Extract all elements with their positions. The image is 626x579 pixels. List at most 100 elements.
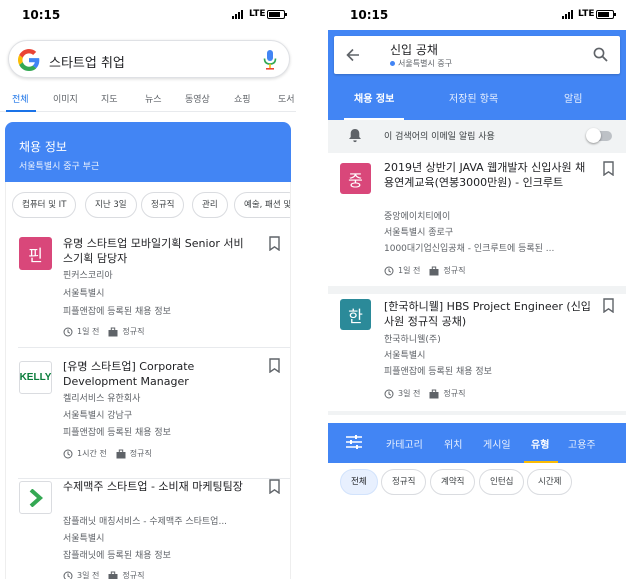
company-logo-text: 핀 [28, 245, 43, 265]
mic-icon[interactable] [263, 50, 277, 70]
job-type: 정규직 [122, 327, 145, 336]
job-posted: 1일 전 [398, 266, 421, 275]
battery-icon [267, 10, 287, 19]
search-bar[interactable]: 신입 공채 서울특별시 중구 [334, 36, 620, 74]
filter-category[interactable]: 카테고리 [386, 436, 423, 451]
bookmark-icon[interactable] [269, 479, 280, 494]
filter-location[interactable]: 위치 [444, 436, 462, 451]
job-list: 핀 유명 스타트업 모바일기획 Senior 서비스기획 담당자 핀커스코리아 … [5, 228, 291, 579]
search-tabs: 전체 이미지 지도 뉴스 동영상 쇼핑 도서 [0, 88, 296, 112]
status-bar: 10:15 LTE [328, 0, 626, 30]
tab-books[interactable]: 도서 [278, 92, 295, 105]
job-company: 중앙에이치티에이 [384, 212, 451, 222]
job-posted: 3일 전 [398, 389, 421, 398]
chip-internship[interactable]: 인턴십 [479, 469, 525, 495]
bookmark-icon[interactable] [603, 298, 614, 313]
job-location: 서울특별시 [63, 289, 105, 299]
search-bar[interactable]: 스타트업 취업 [8, 40, 290, 78]
chip-fulltime[interactable]: 정규직 [381, 469, 427, 495]
job-type: 정규직 [129, 449, 152, 458]
search-icon[interactable] [593, 47, 608, 62]
chip-contract[interactable]: 계약직 [430, 469, 476, 495]
search-location: 서울특별시 중구 [390, 58, 452, 69]
tab-alerts[interactable]: 알림 [564, 90, 582, 105]
filter-employer[interactable]: 고용주 [568, 436, 596, 451]
google-logo-icon [18, 49, 40, 71]
chip-parttime[interactable]: 시간제 [527, 469, 573, 495]
job-meta: 3일 전 정규직 [63, 570, 144, 579]
company-logo-text: 한 [348, 306, 363, 326]
job-location: 서울특별시 [384, 351, 426, 361]
job-location: 서울특별시 강남구 [63, 411, 133, 421]
email-alert-toggle[interactable] [586, 128, 614, 143]
chip-category[interactable]: 컴퓨터 및 IT [12, 192, 77, 218]
tab-videos[interactable]: 동영상 [185, 92, 210, 105]
status-time: 10:15 [350, 8, 389, 22]
bookmark-icon[interactable] [269, 236, 280, 251]
clock-icon [384, 389, 394, 398]
company-logo: 중 [340, 163, 371, 194]
job-source: 피플앤잡에 등록된 채용 정보 [384, 367, 492, 377]
job-meta: 1시간 전 정규직 [63, 448, 152, 459]
jobs-tabs: 채용 정보 저장된 항목 알림 [328, 80, 626, 120]
job-company: 잡플래닛 매칭서비스 - 수제맥주 스타트업... [63, 517, 228, 527]
job-source: 피플앤잡에 등록된 채용 정보 [63, 307, 171, 317]
back-arrow-icon[interactable] [346, 48, 360, 62]
job-location: 서울특별시 종로구 [384, 228, 454, 238]
job-title: [한국하니웰] HBS Project Engineer (신입사원 정규직 공… [384, 300, 591, 328]
job-item[interactable]: 핀 유명 스타트업 모바일기획 Senior 서비스기획 담당자 핀커스코리아 … [6, 228, 290, 348]
search-query[interactable]: 신입 공채 [390, 41, 438, 58]
company-logo-text: 중 [348, 170, 363, 190]
email-alert-row: 이 검색어의 이메일 알림 사용 [328, 120, 626, 153]
briefcase-icon [429, 389, 439, 398]
tab-news[interactable]: 뉴스 [145, 92, 162, 105]
chip-all[interactable]: 전체 [340, 469, 378, 495]
job-posted: 1일 전 [77, 327, 100, 336]
job-meta: 3일 전 정규직 [384, 388, 465, 399]
job-meta: 1일 전 정규직 [384, 265, 465, 276]
filter-bar: 카테고리 위치 게시일 유형 고용주 [328, 423, 626, 463]
filter-date[interactable]: 게시일 [483, 436, 511, 451]
job-type: 정규직 [443, 389, 466, 398]
tab-jobs[interactable]: 채용 정보 [354, 90, 394, 105]
filter-type[interactable]: 유형 [531, 436, 549, 451]
chip-date[interactable]: 지난 3일 [85, 192, 137, 218]
company-logo: 한 [340, 299, 371, 330]
job-item[interactable]: KELLY [유명 스타트업] Corporate Development Ma… [6, 348, 290, 479]
tab-maps[interactable]: 지도 [101, 92, 118, 105]
jobs-header[interactable]: 채용 정보 서울특별시 중구 부근 [5, 122, 291, 182]
clock-icon [63, 571, 73, 579]
job-card[interactable]: 한 [한국하니웰] HBS Project Engineer (신입사원 정규직… [328, 294, 626, 411]
briefcase-icon [116, 449, 126, 458]
type-chips: 전체 정규직 계약직 인턴십 시간제 [328, 463, 626, 579]
job-type: 정규직 [443, 266, 466, 275]
briefcase-icon [429, 266, 439, 275]
job-item[interactable]: 수제맥주 스타트업 - 소비재 마케팅팀장 잡플래닛 매칭서비스 - 수제맥주 … [6, 479, 290, 579]
bookmark-icon[interactable] [269, 358, 280, 373]
search-location-text: 서울특별시 중구 [398, 59, 453, 68]
job-card[interactable]: 중 2019년 상반기 JAVA 웹개발자 신입사원 채용연계교육(연봉3000… [328, 153, 626, 286]
chevron-logo-icon [29, 488, 43, 507]
job-type: 정규직 [122, 571, 145, 579]
clock-icon [63, 449, 73, 458]
toggle-knob [586, 128, 601, 143]
job-posted: 3일 전 [77, 571, 100, 579]
chip-art[interactable]: 예술, 패션 및 [234, 192, 290, 218]
job-company: 핀커스코리아 [63, 271, 113, 281]
company-logo [19, 481, 52, 514]
tab-saved[interactable]: 저장된 항목 [449, 90, 498, 105]
tab-indicator [6, 110, 36, 112]
bookmark-icon[interactable] [603, 161, 614, 176]
chip-management[interactable]: 관리 [192, 192, 228, 218]
tab-shopping[interactable]: 쇼핑 [234, 92, 251, 105]
chip-type[interactable]: 정규직 [141, 192, 185, 218]
job-card-partial[interactable] [328, 415, 626, 423]
tab-images[interactable]: 이미지 [53, 92, 78, 105]
search-query[interactable]: 스타트업 취업 [49, 52, 125, 71]
battery-icon [596, 10, 616, 19]
email-alert-label: 이 검색어의 이메일 알림 사용 [384, 132, 495, 142]
tab-all[interactable]: 전체 [12, 92, 29, 105]
filter-icon[interactable] [346, 435, 362, 449]
jobs-header-location: 서울특별시 중구 부근 [19, 162, 100, 172]
signal-icon [562, 10, 573, 19]
